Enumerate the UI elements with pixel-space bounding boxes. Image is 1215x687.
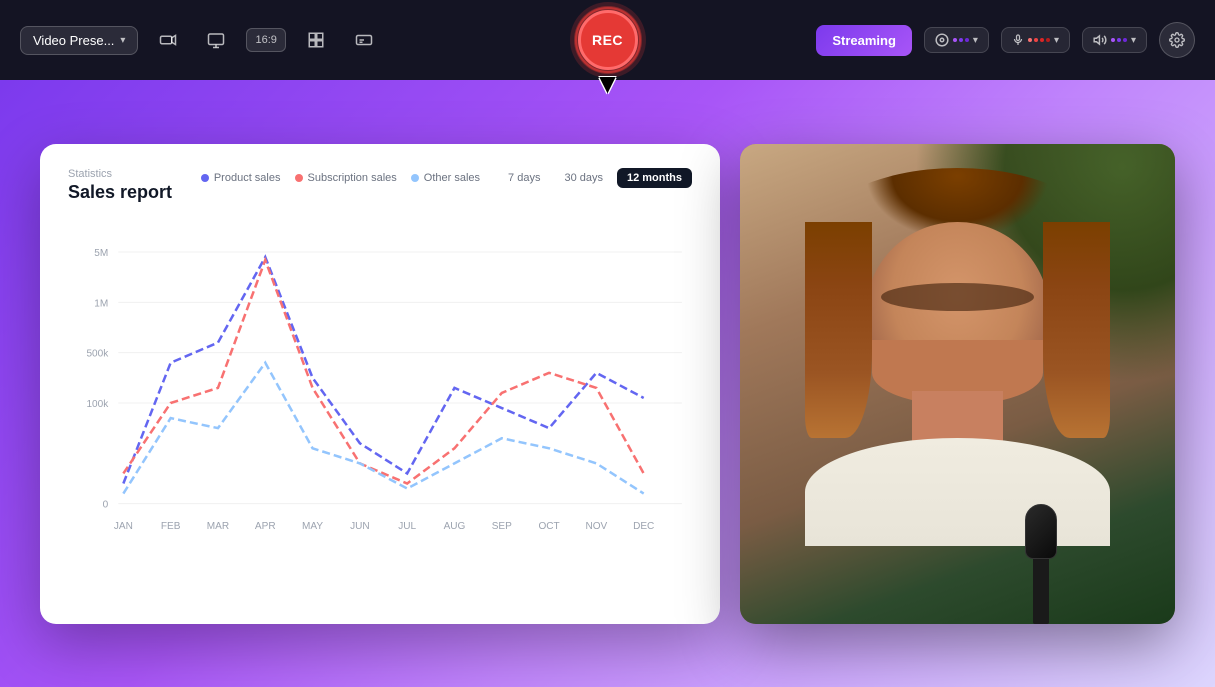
y-label-1m: 1M [94,298,108,309]
x-label-mar: MAR [207,520,229,531]
speaker-dots [1111,38,1127,42]
chart-header: Statistics Sales report Product sales Su… [68,168,692,203]
time-filters: 7 days 30 days 12 months [498,168,692,188]
ratio-label: 16:9 [255,34,276,46]
legend-subscription-label: Subscription sales [308,172,397,184]
rec-label: REC [592,32,623,48]
toolbar: Video Prese... ▾ 16:9 [0,0,1215,80]
speaker-control[interactable]: ▾ [1082,27,1147,53]
chart-card: Statistics Sales report Product sales Su… [40,144,720,624]
chevron-down-icon: ▾ [1054,35,1059,46]
subscription-sales-line [123,260,643,483]
screen-share-button[interactable] [198,22,234,58]
video-panel [740,144,1175,624]
y-label-500k: 500k [86,348,109,359]
chart-subtitle: Statistics [68,168,172,180]
mic-dots [1028,38,1050,42]
x-label-jan: JAN [114,520,133,531]
cursor-indicator: ▼ [594,70,622,98]
camera-dots [953,38,969,42]
filter-30days[interactable]: 30 days [554,168,613,188]
settings-button[interactable] [1159,22,1195,58]
x-label-nov: NOV [585,520,607,531]
x-label-jul: JUL [398,520,416,531]
x-label-sep: SEP [492,520,512,531]
camera-button[interactable] [150,22,186,58]
preset-label: Video Prese... [33,33,114,48]
streaming-label: Streaming [832,33,896,48]
x-label-aug: AUG [444,520,466,531]
microphone [1016,484,1066,624]
chart-title: Sales report [68,182,172,203]
legend-product: Product sales [201,172,281,184]
camera-control[interactable]: ▾ [924,27,989,53]
filter-7days[interactable]: 7 days [498,168,550,188]
x-label-feb: FEB [161,520,181,531]
x-label-dec: DEC [633,520,654,531]
streaming-button[interactable]: Streaming [816,25,912,56]
x-label-apr: APR [255,520,276,531]
chart-area: 5M 1M 500k 100k 0 JAN FEB MAR APR MAY JU… [68,223,692,583]
mic-control[interactable]: ▾ [1001,27,1070,53]
legend-other-label: Other sales [424,172,480,184]
filter-12months[interactable]: 12 months [617,168,692,188]
legend-subscription: Subscription sales [295,172,397,184]
product-sales-line [123,257,643,483]
chevron-down-icon: ▾ [120,35,125,46]
chevron-down-icon: ▾ [1131,35,1136,46]
chart-svg: 5M 1M 500k 100k 0 JAN FEB MAR APR MAY JU… [68,223,692,583]
y-label-100k: 100k [86,399,109,410]
ratio-button[interactable]: 16:9 [246,28,285,52]
y-label-5m: 5M [94,248,108,259]
chart-legend: Product sales Subscription sales Other s… [201,172,480,184]
layout-button[interactable] [298,22,334,58]
caption-button[interactable] [346,22,382,58]
x-label-jun: JUN [350,520,370,531]
chart-title-area: Statistics Sales report [68,168,172,203]
x-label-oct: OCT [538,520,559,531]
y-label-0: 0 [103,499,109,510]
x-label-may: MAY [302,520,323,531]
rec-button[interactable]: REC [578,10,638,70]
chevron-down-icon: ▾ [973,35,978,46]
legend-other: Other sales [411,172,480,184]
legend-product-label: Product sales [214,172,281,184]
content-area: Statistics Sales report Product sales Su… [0,80,1215,687]
preset-selector[interactable]: Video Prese... ▾ [20,26,138,55]
